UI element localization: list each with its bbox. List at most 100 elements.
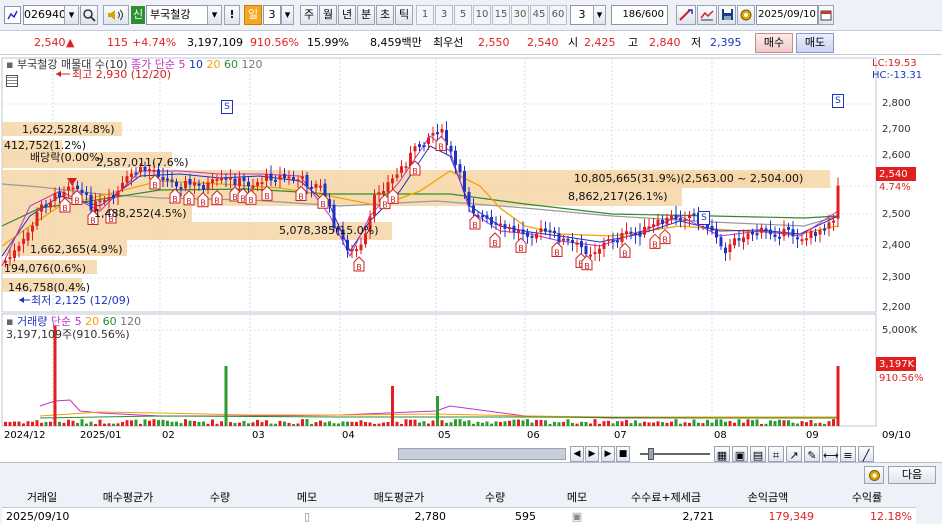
- price-axis-label: 2,400: [882, 240, 911, 251]
- candle-body: [134, 172, 138, 175]
- stock-code-input[interactable]: 026940: [23, 5, 65, 25]
- volume-bar: [386, 421, 390, 426]
- scroll-left-button[interactable]: ◀: [570, 446, 584, 462]
- svg-text:B: B: [554, 249, 560, 258]
- scroll-right-button[interactable]: ▶: [585, 446, 599, 462]
- stock-name-dropdown[interactable]: ▾: [207, 5, 222, 25]
- volume-value: 3,197,109: [187, 36, 243, 49]
- next-button[interactable]: 다음: [888, 466, 936, 484]
- tool-icon-2[interactable]: ▣: [732, 446, 748, 462]
- svg-text:B: B: [492, 239, 498, 248]
- chart-type-icon[interactable]: [4, 6, 21, 24]
- volume-bar: [823, 423, 826, 426]
- period-minute-button[interactable]: 분: [357, 5, 375, 25]
- tool-icon-9[interactable]: ╱: [858, 446, 874, 462]
- volume-bar: [188, 420, 192, 426]
- volume-bar: [130, 420, 133, 426]
- legend-collapse-icon[interactable]: ▪: [6, 315, 13, 328]
- high-note: 최고 2,930 (12/20): [72, 68, 172, 81]
- period-day-button[interactable]: 일: [244, 5, 262, 25]
- candle-body: [188, 179, 192, 185]
- tool-icon-7[interactable]: ⟷: [822, 446, 839, 462]
- volume-bar: [458, 419, 462, 426]
- volume-bar: [445, 422, 448, 426]
- tool-icon-4[interactable]: ⌗: [768, 446, 784, 462]
- sell-button[interactable]: 매도: [796, 33, 834, 53]
- interval-1-button[interactable]: 1: [416, 5, 434, 25]
- volume-bar: [670, 421, 673, 426]
- period-month-button[interactable]: 월: [319, 5, 337, 25]
- zoom-slider[interactable]: [640, 446, 710, 462]
- legend-ma-5: 5: [178, 58, 186, 71]
- candle-body: [148, 168, 151, 171]
- tool-button-1[interactable]: [676, 5, 696, 25]
- save-button[interactable]: [718, 5, 736, 25]
- legend-collapse-icon[interactable]: ▪: [6, 58, 13, 71]
- volume-bar: [85, 423, 88, 426]
- tool-icon-3[interactable]: ▤: [750, 446, 766, 462]
- interval-45-button[interactable]: 45: [530, 5, 548, 25]
- volume-bar: [422, 421, 426, 426]
- stock-search-button[interactable]: [80, 5, 98, 25]
- play-button[interactable]: ▶: [601, 446, 615, 462]
- candle-body: [355, 249, 358, 252]
- cell-sell-memo[interactable]: ▣: [540, 508, 614, 526]
- sound-button[interactable]: [103, 5, 129, 25]
- tool-icon-6[interactable]: ✎: [804, 446, 820, 462]
- panel-settings-button[interactable]: [864, 466, 884, 484]
- settings-button[interactable]: [737, 5, 755, 25]
- volume-bar: [310, 423, 313, 426]
- interval-15-button[interactable]: 15: [492, 5, 510, 25]
- col-header-return: 수익률: [851, 491, 883, 504]
- period-week-button[interactable]: 주: [300, 5, 318, 25]
- grid-toggle-icon[interactable]: [6, 75, 18, 87]
- volume-bar: [58, 421, 61, 426]
- tool-icon-8[interactable]: ≡: [840, 446, 856, 462]
- volume-bar: [332, 423, 336, 426]
- alert-button[interactable]: !: [224, 5, 240, 25]
- calendar-button[interactable]: [818, 5, 834, 25]
- tool-icon-5[interactable]: ↗: [786, 446, 802, 462]
- tool-button-2[interactable]: [697, 5, 717, 25]
- candle-body: [472, 205, 475, 214]
- chart-scrollbar[interactable]: [2, 446, 568, 462]
- interval-10-button[interactable]: 10: [473, 5, 491, 25]
- volume-bar: [692, 419, 696, 426]
- indicator-icon: ⌗: [772, 449, 780, 462]
- scrollbar-thumb[interactable]: [398, 448, 566, 460]
- volume-bar: [607, 420, 610, 426]
- period-second-button[interactable]: 초: [376, 5, 394, 25]
- volume-bar: [287, 422, 291, 426]
- interval-dropdown[interactable]: ▾: [593, 5, 606, 25]
- candle-body: [751, 231, 754, 235]
- tool-icon-1[interactable]: ▦: [714, 446, 730, 462]
- interval-3-button[interactable]: 3: [435, 5, 453, 25]
- candle-body: [512, 225, 516, 233]
- volume-bar: [359, 420, 363, 426]
- col-header-buy-memo: 메모: [296, 491, 318, 504]
- period-count-input[interactable]: 3: [263, 5, 281, 25]
- period-year-button[interactable]: 년: [338, 5, 356, 25]
- volume-bar: [413, 419, 417, 426]
- buy-button[interactable]: 매수: [755, 33, 793, 53]
- bar-count-input[interactable]: 186/600: [611, 5, 668, 25]
- stock-name-field[interactable]: 부국철강: [146, 5, 208, 25]
- stock-code-dropdown[interactable]: ▾: [64, 5, 79, 25]
- interval-5-button[interactable]: 5: [454, 5, 472, 25]
- interval-60-button[interactable]: 60: [549, 5, 567, 25]
- date-input[interactable]: 2025/09/10: [756, 5, 818, 25]
- volume-bar: [782, 420, 786, 426]
- chart-area[interactable]: BBBBBBBBBBBBBBBBBBBBBBBBBBBBB S S S ▪ 부국…: [0, 56, 942, 442]
- interval-30-button[interactable]: 30: [511, 5, 529, 25]
- volume-bar: [764, 423, 768, 426]
- cell-buy-memo[interactable]: ▯: [266, 508, 348, 526]
- volume-axis-label: 5,000K: [882, 325, 918, 336]
- stop-button[interactable]: ■: [616, 446, 630, 462]
- period-count-dropdown[interactable]: ▾: [281, 5, 294, 25]
- zoom-slider-thumb[interactable]: [648, 448, 654, 460]
- interval-input[interactable]: 3: [570, 5, 594, 25]
- cell-pnl: 179,349: [768, 510, 815, 523]
- candle-body: [517, 229, 520, 233]
- month-label: 2024/12: [4, 430, 46, 441]
- period-tick-button[interactable]: 틱: [395, 5, 413, 25]
